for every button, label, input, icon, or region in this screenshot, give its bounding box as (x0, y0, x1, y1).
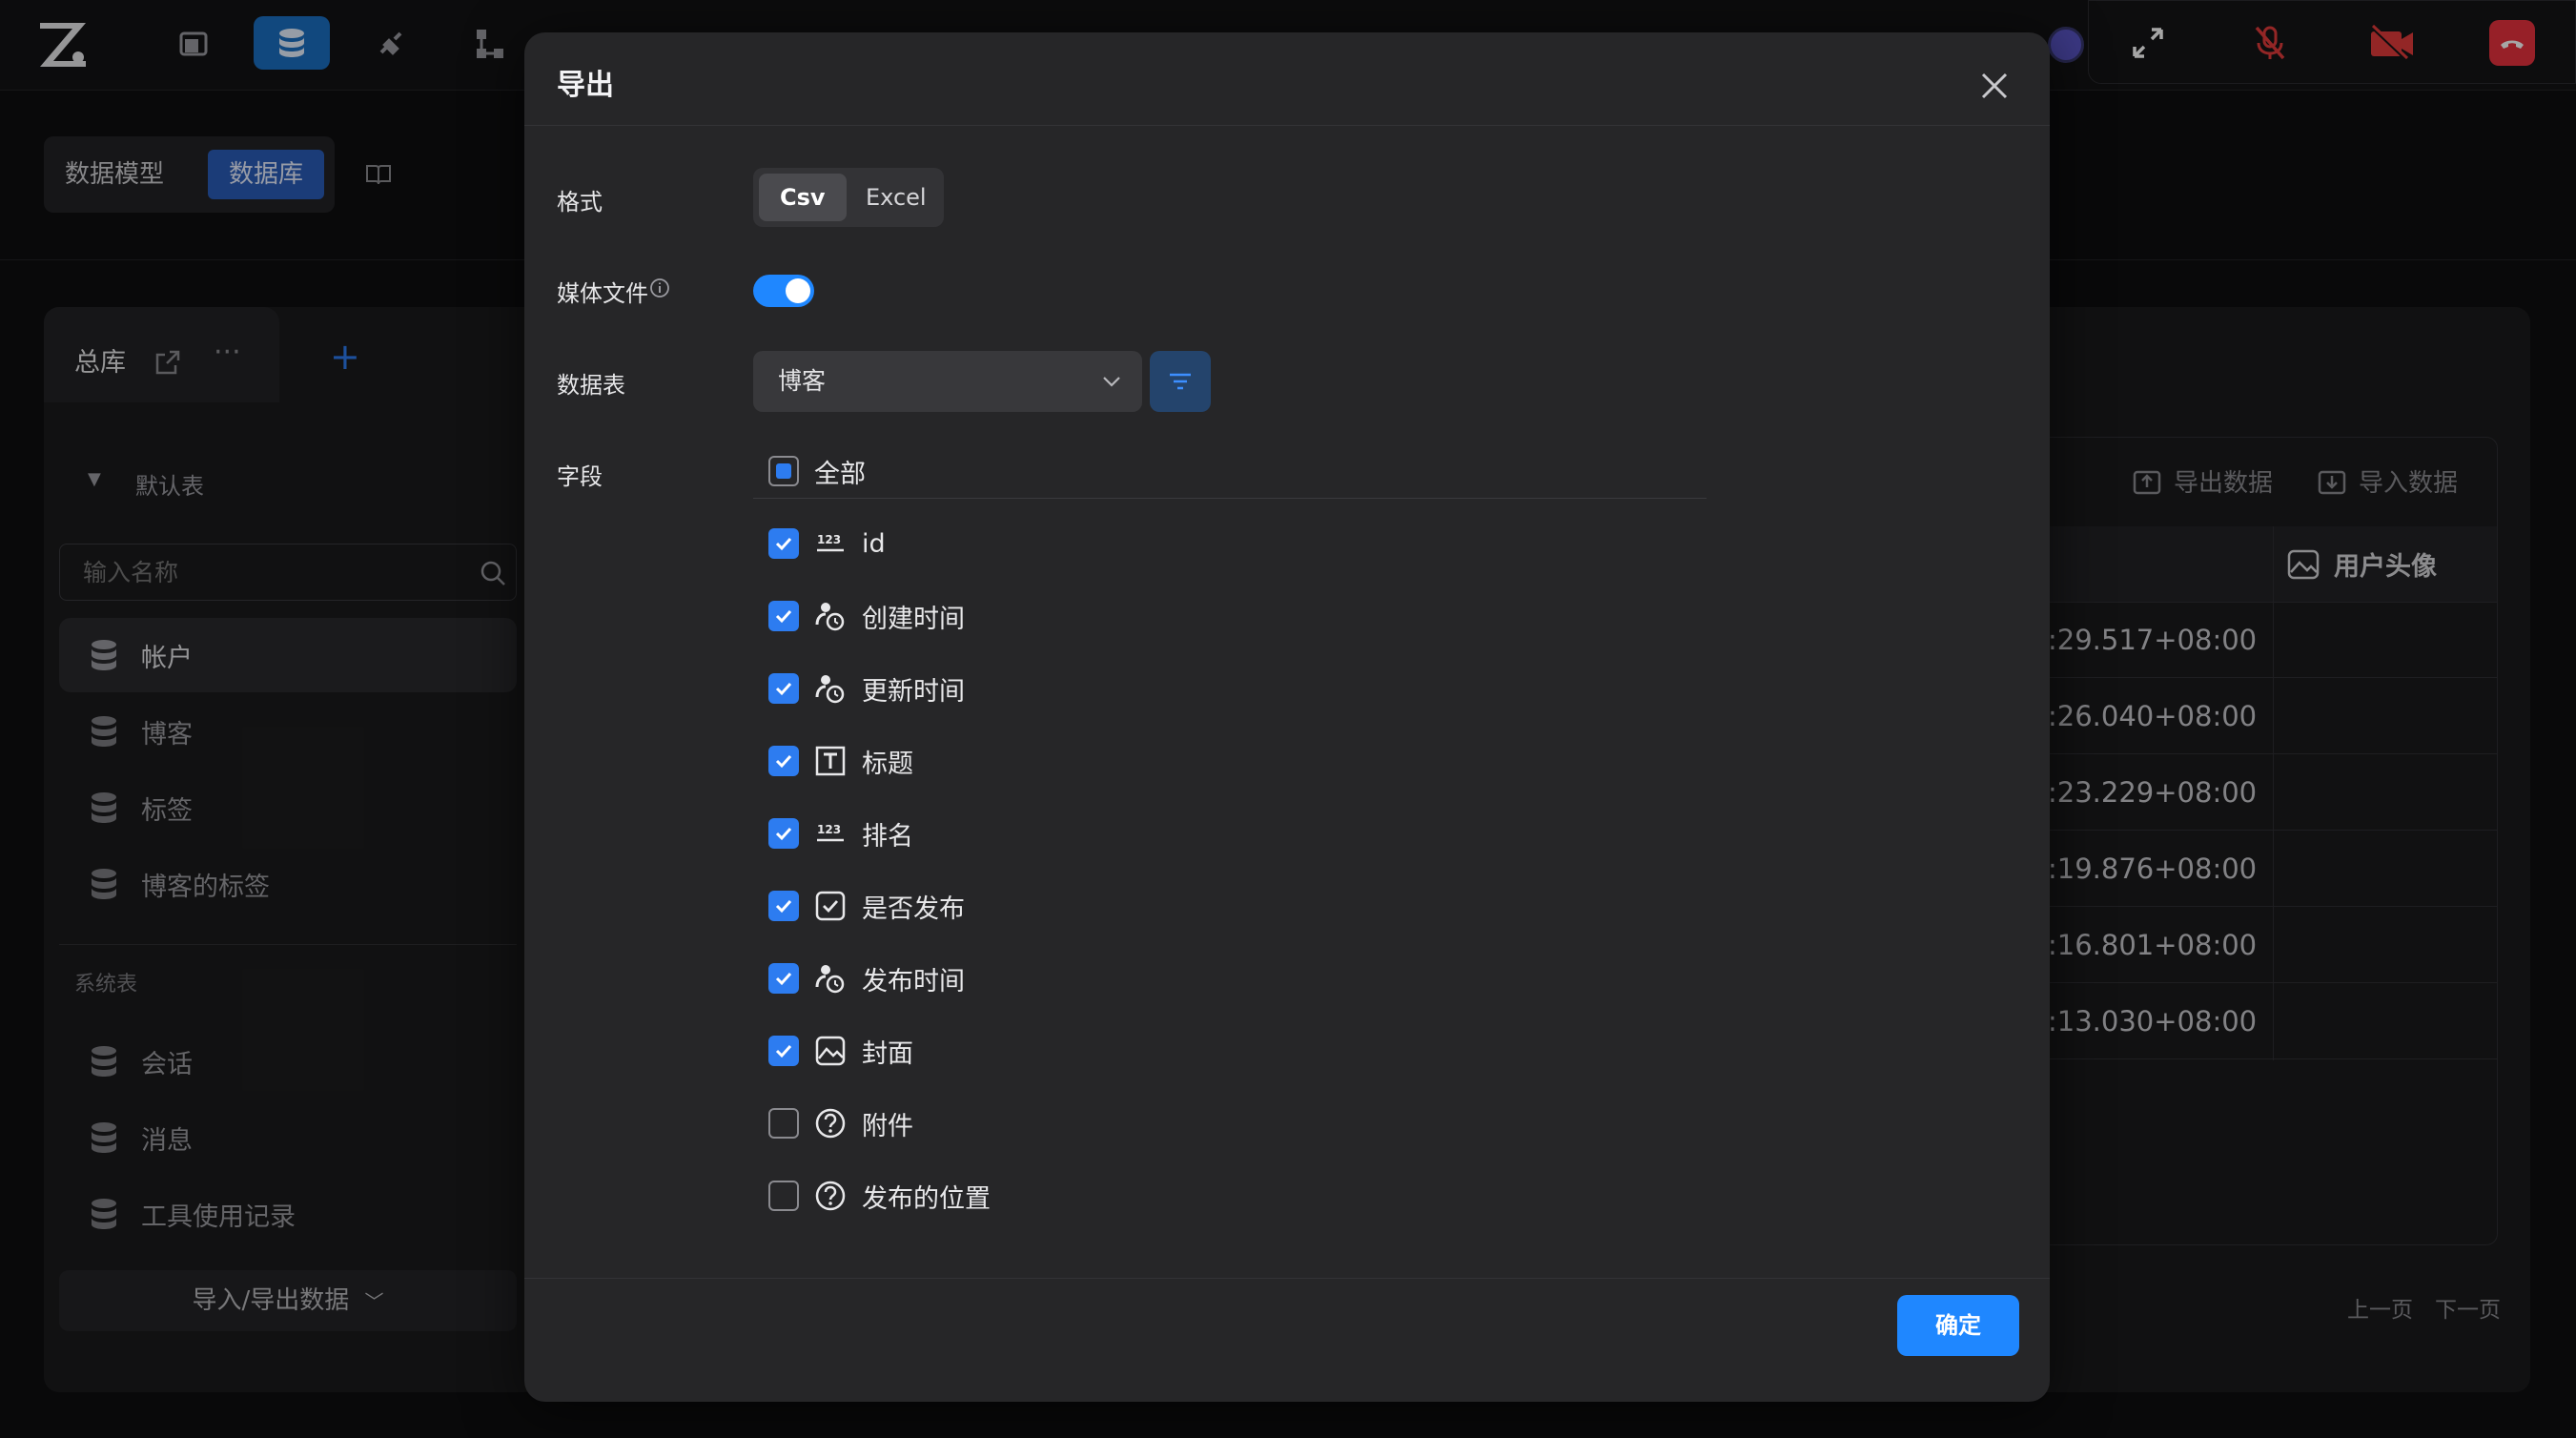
field-row-attachment[interactable]: 附件 (768, 1104, 913, 1142)
export-dialog: 导出 格式 Csv Excel 媒体文件 数据表 博客 字段 全部 123 id… (524, 32, 2050, 1402)
format-label: 格式 (557, 189, 603, 216)
field-row-updated-at[interactable]: 更新时间 (768, 669, 965, 708)
media-files-toggle[interactable] (753, 275, 814, 307)
field-checkbox[interactable] (768, 1108, 799, 1139)
field-checkbox[interactable] (768, 746, 799, 776)
field-name: 创建时间 (862, 604, 965, 634)
check-icon (775, 682, 792, 696)
field-name: 发布的位置 (862, 1183, 991, 1214)
field-checkbox[interactable] (768, 1036, 799, 1066)
field-name: id (862, 528, 886, 559)
field-name: 标题 (862, 749, 913, 779)
field-name: 更新时间 (862, 676, 965, 707)
text-icon (814, 745, 847, 777)
format-selector: Csv Excel (753, 168, 944, 227)
format-csv-option[interactable]: Csv (759, 174, 847, 221)
svg-text:123: 123 (817, 823, 841, 836)
field-row-published-at[interactable]: 发布时间 (768, 959, 965, 997)
info-icon[interactable] (648, 277, 671, 299)
field-name: 封面 (862, 1038, 913, 1069)
field-row-is-published[interactable]: 是否发布 (768, 887, 965, 925)
field-checkbox[interactable] (768, 601, 799, 631)
table-select[interactable]: 博客 (753, 351, 1142, 412)
check-icon (775, 1044, 792, 1058)
filter-icon (1170, 373, 1191, 390)
unknown-icon (814, 1180, 847, 1212)
field-row-location[interactable]: 发布的位置 (768, 1177, 991, 1215)
media-files-label: 媒体文件 (557, 280, 648, 307)
field-checkbox[interactable] (768, 818, 799, 849)
field-checkbox[interactable] (768, 528, 799, 559)
field-checkbox[interactable] (768, 673, 799, 704)
dialog-title: 导出 (557, 69, 614, 102)
field-name: 是否发布 (862, 894, 965, 924)
table-label: 数据表 (557, 372, 625, 399)
number-icon: 123 (814, 527, 847, 560)
select-all-checkbox[interactable] (768, 456, 799, 486)
unknown-icon (814, 1107, 847, 1140)
field-row-cover[interactable]: 封面 (768, 1032, 913, 1070)
select-all-label: 全部 (814, 459, 866, 489)
field-select-all[interactable]: 全部 (768, 452, 866, 490)
check-icon (775, 972, 792, 986)
toggle-knob (786, 278, 810, 303)
dialog-footer-divider (524, 1278, 2050, 1279)
field-name: 发布时间 (862, 966, 965, 996)
check-icon (775, 899, 792, 914)
field-name: 附件 (862, 1111, 913, 1141)
field-checkbox[interactable] (768, 963, 799, 994)
field-row-rank[interactable]: 123 排名 (768, 814, 913, 853)
dialog-header: 导出 (524, 32, 2050, 126)
field-name: 排名 (862, 821, 913, 852)
checkbox-type-icon (814, 890, 847, 922)
datetime-icon (814, 600, 847, 632)
table-select-value: 博客 (778, 367, 827, 395)
number-icon: 123 (814, 817, 847, 850)
close-icon[interactable] (1977, 69, 2012, 103)
datetime-icon (814, 962, 847, 995)
field-row-id[interactable]: 123 id (768, 524, 886, 563)
check-icon (775, 827, 792, 841)
datetime-icon (814, 672, 847, 705)
field-row-title[interactable]: 标题 (768, 742, 913, 780)
field-checkbox[interactable] (768, 1181, 799, 1211)
check-icon (775, 609, 792, 624)
check-icon (775, 754, 792, 769)
format-excel-option[interactable]: Excel (845, 174, 948, 221)
fields-scroll-fade (753, 1211, 1707, 1240)
field-checkbox[interactable] (768, 891, 799, 921)
check-icon (775, 537, 792, 551)
fields-divider (753, 498, 1707, 499)
svg-text:123: 123 (817, 533, 841, 546)
confirm-button[interactable]: 确定 (1897, 1295, 2019, 1356)
image-icon (814, 1035, 847, 1067)
filter-button[interactable] (1150, 351, 1211, 412)
fields-label: 字段 (557, 463, 603, 490)
chevron-down-icon (1103, 377, 1120, 387)
field-row-created-at[interactable]: 创建时间 (768, 597, 965, 635)
